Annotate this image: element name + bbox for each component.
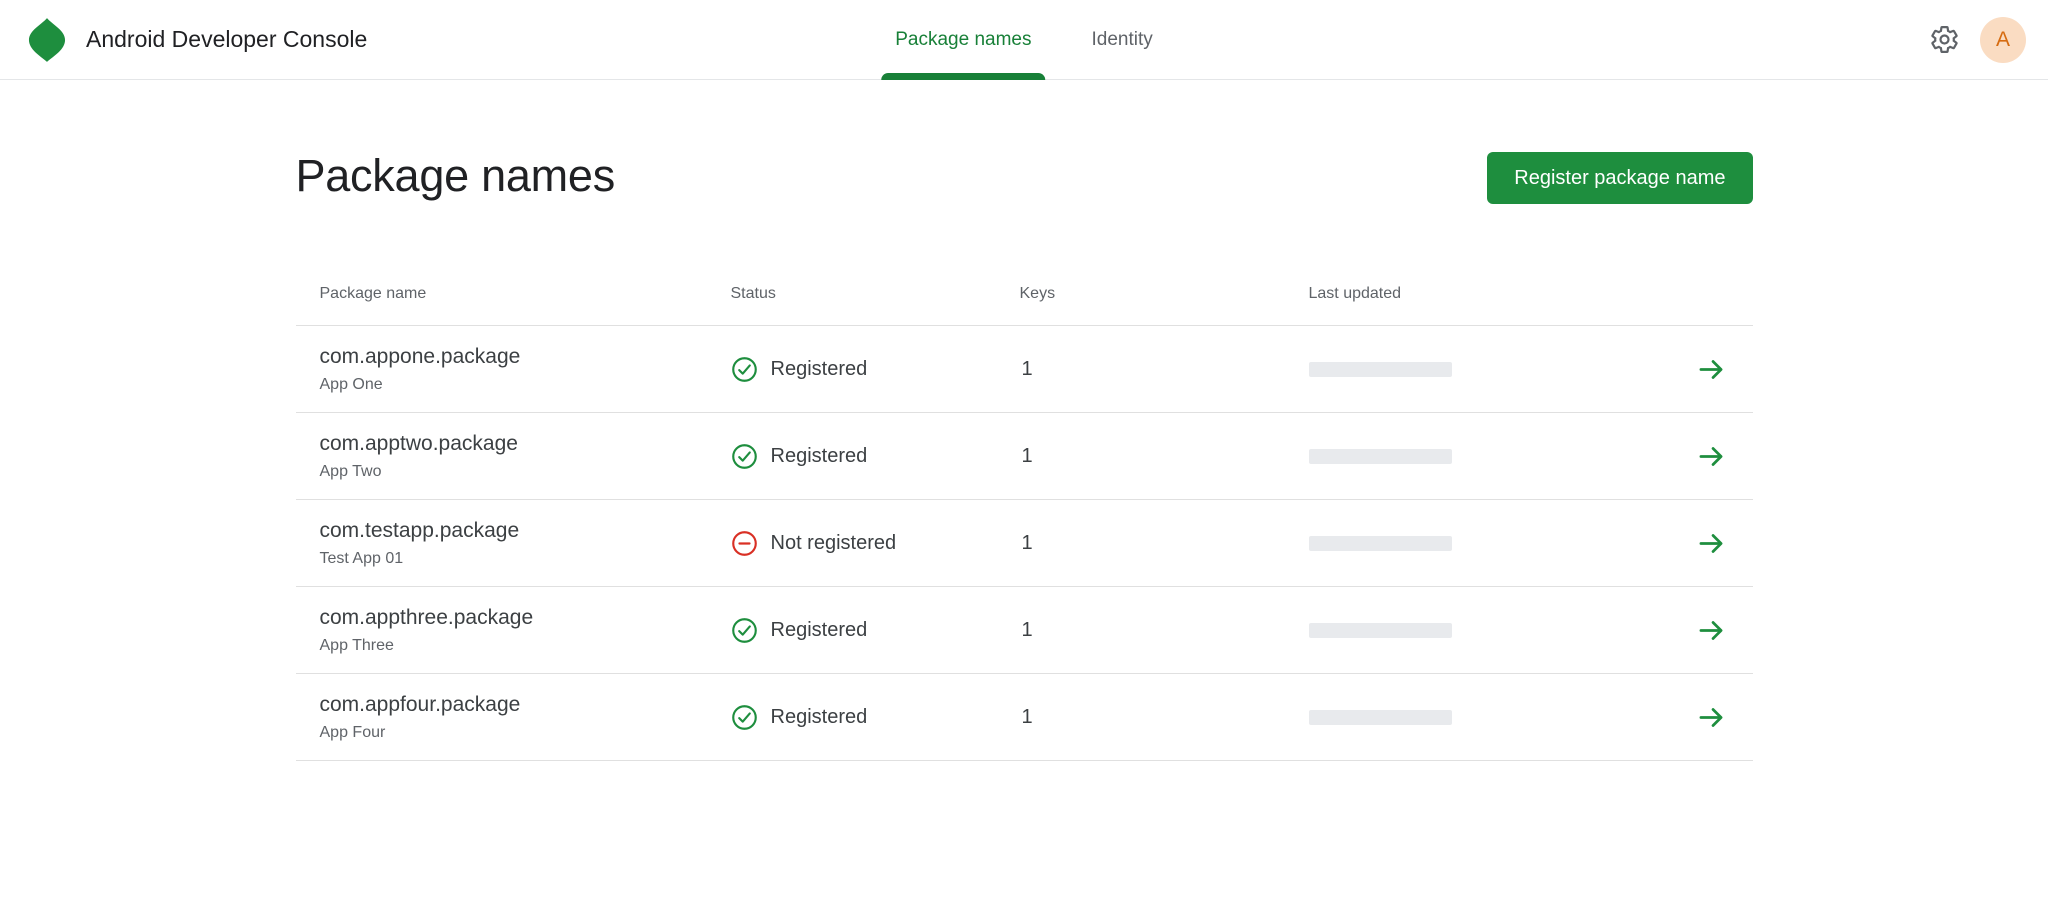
status-label: Registered — [771, 619, 868, 642]
package-name: com.appthree.package — [320, 606, 731, 630]
last-updated-skeleton — [1309, 449, 1452, 464]
status-cell: Registered — [731, 704, 1020, 731]
table-row[interactable]: com.testapp.package Test App 01 Not regi… — [296, 500, 1753, 587]
arrow-forward-icon[interactable] — [1696, 354, 1727, 385]
row-actions-cell — [1696, 702, 1753, 733]
app-title: Android Developer Console — [86, 26, 367, 53]
arrow-forward-icon[interactable] — [1696, 441, 1727, 472]
arrow-forward-icon[interactable] — [1696, 702, 1727, 733]
main-content: Package names Register package name Pack… — [296, 150, 1753, 761]
table-row[interactable]: com.appone.package App One Registered 1 — [296, 326, 1753, 413]
column-header-keys: Keys — [1020, 285, 1309, 303]
registered-check-icon — [731, 443, 758, 470]
app-name: App Two — [320, 463, 731, 481]
column-header-status: Status — [731, 285, 1020, 303]
avatar-letter: A — [1996, 28, 2010, 52]
last-updated-cell — [1309, 449, 1696, 464]
app-name: App Three — [320, 637, 731, 655]
avatar[interactable]: A — [1980, 17, 2026, 63]
column-header-last-updated: Last updated — [1309, 285, 1696, 303]
status-label: Registered — [771, 358, 868, 381]
status-cell: Registered — [731, 443, 1020, 470]
page-header: Package names Register package name — [296, 150, 1753, 204]
arrow-forward-icon[interactable] — [1696, 615, 1727, 646]
table-row[interactable]: com.apptwo.package App Two Registered 1 — [296, 413, 1753, 500]
package-name: com.appone.package — [320, 345, 731, 369]
package-name: com.apptwo.package — [320, 432, 731, 456]
android-logo-icon — [28, 16, 66, 64]
row-actions-cell — [1696, 615, 1753, 646]
page-title: Package names — [296, 150, 615, 202]
topbar: Android Developer Console Package names … — [0, 0, 2048, 80]
table-body: com.appone.package App One Registered 1 — [296, 326, 1753, 761]
table-header-row: Package name Status Keys Last updated — [296, 260, 1753, 326]
package-name-cell: com.appone.package App One — [296, 345, 731, 394]
last-updated-skeleton — [1309, 710, 1452, 725]
row-actions-cell — [1696, 441, 1753, 472]
gear-icon[interactable] — [1929, 24, 1960, 55]
last-updated-skeleton — [1309, 362, 1452, 377]
registered-check-icon — [731, 356, 758, 383]
table-row[interactable]: com.appfour.package App Four Registered … — [296, 674, 1753, 761]
last-updated-cell — [1309, 536, 1696, 551]
package-name: com.appfour.package — [320, 693, 731, 717]
status-label: Not registered — [771, 532, 897, 555]
package-name: com.testapp.package — [320, 519, 731, 543]
status-cell: Registered — [731, 617, 1020, 644]
column-header-package-name: Package name — [296, 285, 731, 303]
package-name-cell: com.appthree.package App Three — [296, 606, 731, 655]
topbar-actions: A — [1929, 17, 2048, 63]
registered-check-icon — [731, 617, 758, 644]
keys-count: 1 — [1020, 445, 1309, 468]
last-updated-cell — [1309, 710, 1696, 725]
tab-identity[interactable]: Identity — [1077, 0, 1166, 80]
row-actions-cell — [1696, 354, 1753, 385]
arrow-forward-icon[interactable] — [1696, 528, 1727, 559]
table-row[interactable]: com.appthree.package App Three Registere… — [296, 587, 1753, 674]
row-actions-cell — [1696, 528, 1753, 559]
last-updated-cell — [1309, 362, 1696, 377]
status-cell: Registered — [731, 356, 1020, 383]
registered-check-icon — [731, 704, 758, 731]
tab-package-names[interactable]: Package names — [881, 0, 1045, 80]
keys-count: 1 — [1020, 532, 1309, 555]
app-name: Test App 01 — [320, 550, 731, 568]
package-name-cell: com.appfour.package App Four — [296, 693, 731, 742]
package-name-cell: com.apptwo.package App Two — [296, 432, 731, 481]
last-updated-skeleton — [1309, 623, 1452, 638]
status-label: Registered — [771, 445, 868, 468]
app-name: App One — [320, 376, 731, 394]
app-name: App Four — [320, 724, 731, 742]
register-package-name-button[interactable]: Register package name — [1487, 152, 1752, 204]
tab-package-names-label: Package names — [895, 29, 1031, 51]
active-tab-indicator — [881, 73, 1045, 80]
keys-count: 1 — [1020, 358, 1309, 381]
keys-count: 1 — [1020, 706, 1309, 729]
last-updated-cell — [1309, 623, 1696, 638]
package-name-cell: com.testapp.package Test App 01 — [296, 519, 731, 568]
last-updated-skeleton — [1309, 536, 1452, 551]
status-cell: Not registered — [731, 530, 1020, 557]
status-label: Registered — [771, 706, 868, 729]
main-tabs: Package names Identity — [865, 0, 1183, 80]
tab-identity-label: Identity — [1091, 29, 1152, 51]
not-registered-minus-icon — [731, 530, 758, 557]
keys-count: 1 — [1020, 619, 1309, 642]
package-table: Package name Status Keys Last updated co… — [296, 260, 1753, 761]
